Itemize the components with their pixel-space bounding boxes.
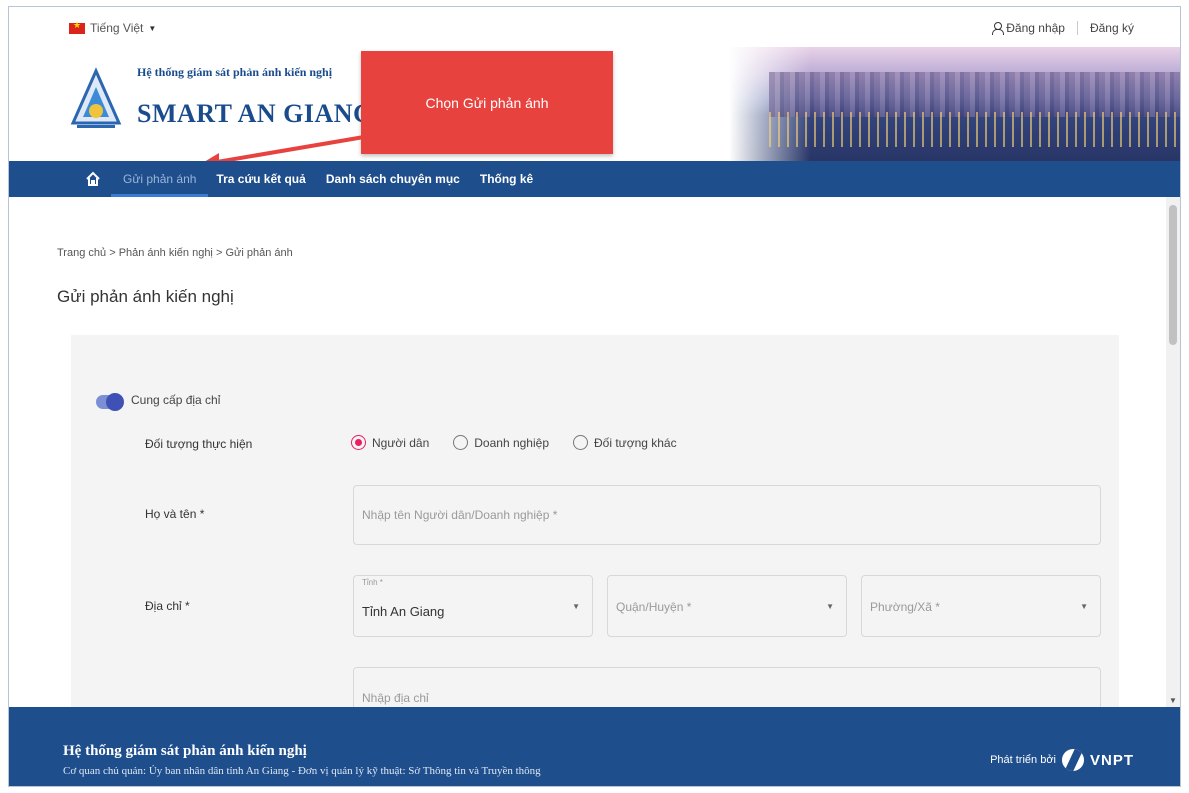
radio-checked-icon <box>351 435 366 450</box>
ward-placeholder: Phường/Xã * <box>870 600 940 614</box>
nav-item-lookup-results[interactable]: Tra cứu kết quả <box>216 172 305 186</box>
annotation-callout: Chọn Gửi phản ánh <box>361 51 613 154</box>
address-toggle[interactable] <box>96 393 124 411</box>
footer-title: Hệ thống giám sát phản ánh kiến nghị <box>63 743 307 759</box>
province-floating-label: Tỉnh * <box>362 578 383 587</box>
developer-name: VNPT <box>1089 751 1134 769</box>
radio-citizen[interactable]: Người dân <box>351 435 429 450</box>
ward-select[interactable]: Phường/Xã * ▼ <box>861 575 1101 637</box>
caret-down-icon: ▼ <box>148 23 157 33</box>
subject-label: Đối tượng thực hiện <box>145 437 253 451</box>
vnpt-logo-icon <box>1061 749 1084 771</box>
chevron-down-icon: ▼ <box>1080 602 1088 611</box>
district-placeholder: Quận/Huyện * <box>616 600 692 614</box>
callout-text: Chọn Gửi phản ánh <box>425 94 549 111</box>
login-label: Đăng nhập <box>1006 21 1065 35</box>
brand-title: SMART AN GIANG <box>137 99 374 128</box>
name-field <box>353 485 1101 545</box>
name-input[interactable] <box>354 486 1100 544</box>
breadcrumb: Trang chủ > Phản ánh kiến nghị > Gửi phả… <box>57 247 293 259</box>
page-title: Gửi phản ánh kiến nghị <box>57 287 234 306</box>
breadcrumb-current: Gửi phản ánh <box>225 247 293 259</box>
address-toggle-label: Cung cấp địa chỉ <box>131 393 221 407</box>
radio-business[interactable]: Doanh nghiệp <box>453 435 549 450</box>
province-select[interactable]: Tỉnh * Tỉnh An Giang ▼ <box>353 575 593 637</box>
district-select[interactable]: Quận/Huyện * ▼ <box>607 575 847 637</box>
header-banner-image <box>729 47 1180 161</box>
page-scrollbar[interactable]: ▼ <box>1166 197 1180 707</box>
nav-item-statistics[interactable]: Thống kê <box>480 172 533 186</box>
nav-item-categories[interactable]: Danh sách chuyên mục <box>326 172 460 186</box>
footer-subtitle: Cơ quan chủ quản: Ủy ban nhân dân tỉnh A… <box>63 765 541 777</box>
developer-credit: Phát triển bởi VNPT <box>990 749 1134 771</box>
scrollbar-thumb[interactable] <box>1169 205 1177 345</box>
breadcrumb-feedback[interactable]: Phản ánh kiến nghị <box>119 247 213 259</box>
subject-radio-group: Người dân Doanh nghiệp Đối tượng khác <box>351 435 677 450</box>
nav-item-send-feedback[interactable]: Gửi phản ánh <box>110 172 209 197</box>
auth-links: Đăng nhập Đăng ký <box>991 21 1134 35</box>
login-link[interactable]: Đăng nhập <box>991 21 1078 35</box>
feedback-form: Cung cấp địa chỉ Đối tượng thực hiện Ngư… <box>71 335 1119 729</box>
browser-frame: Tiếng Việt ▼ Đăng nhập Đăng ký Hệ thống … <box>8 6 1181 787</box>
main-nav: Gửi phản ánh Tra cứu kết quả Danh sách c… <box>9 161 1180 197</box>
user-icon <box>991 22 1005 35</box>
flag-vn-icon <box>69 20 85 34</box>
scroll-down-icon[interactable]: ▼ <box>1169 696 1177 705</box>
home-icon[interactable] <box>85 171 101 187</box>
site-header: Tiếng Việt ▼ Đăng nhập Đăng ký Hệ thống … <box>9 7 1180 161</box>
brand-subtitle: Hệ thống giám sát phản ánh kiến nghị <box>137 65 333 79</box>
breadcrumb-home[interactable]: Trang chủ <box>57 247 106 259</box>
developed-by-label: Phát triển bởi <box>990 754 1056 766</box>
radio-unchecked-icon <box>573 435 588 450</box>
site-footer: Hệ thống giám sát phản ánh kiến nghị Cơ … <box>9 707 1180 786</box>
chevron-down-icon: ▼ <box>826 602 834 611</box>
radio-other[interactable]: Đối tượng khác <box>573 435 677 450</box>
chevron-down-icon: ▼ <box>572 602 580 611</box>
name-label: Họ và tên * <box>145 507 205 521</box>
an-giang-logo-icon <box>70 67 122 128</box>
language-selector[interactable]: Tiếng Việt ▼ <box>69 20 157 35</box>
address-label: Địa chỉ * <box>145 599 190 613</box>
register-link[interactable]: Đăng ký <box>1078 21 1134 35</box>
province-value: Tỉnh An Giang <box>362 604 445 619</box>
radio-unchecked-icon <box>453 435 469 450</box>
language-label: Tiếng Việt <box>90 21 144 35</box>
